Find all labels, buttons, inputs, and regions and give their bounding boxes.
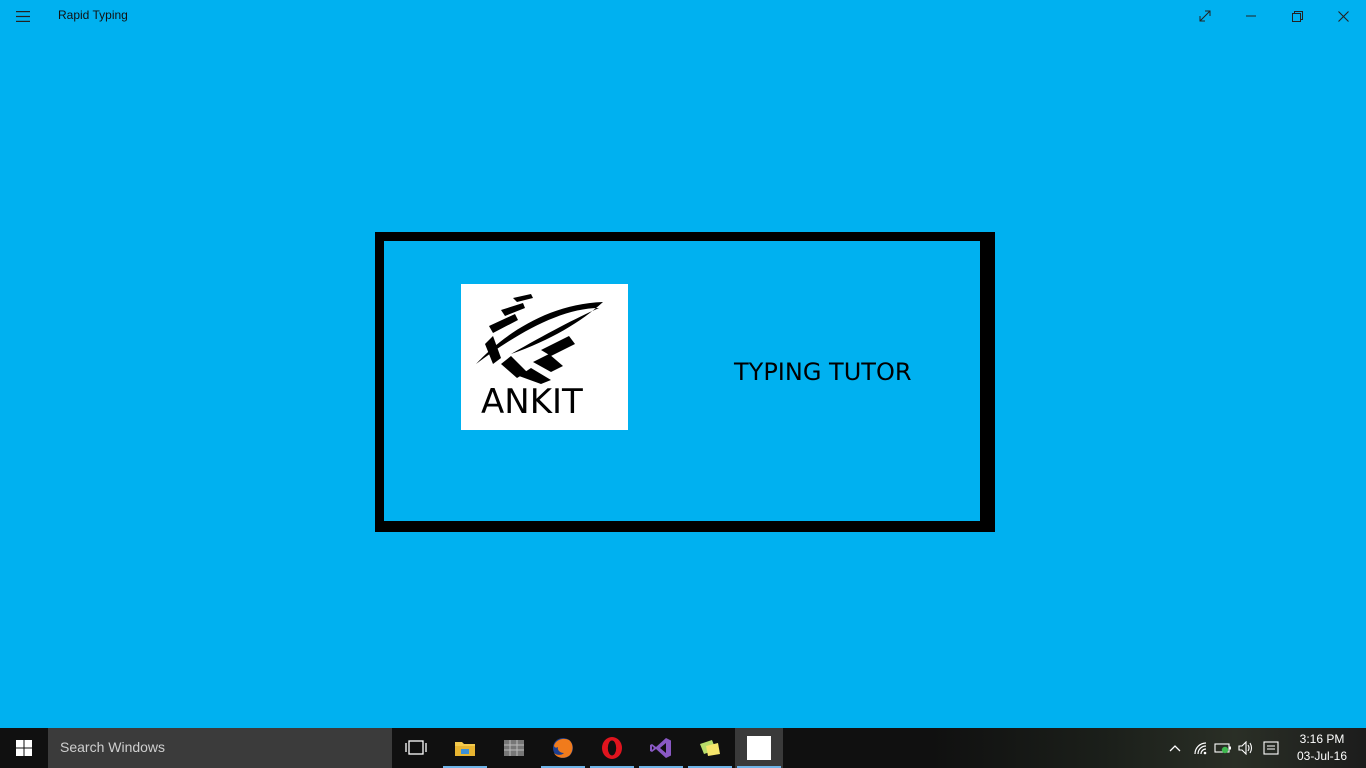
- clock[interactable]: 3:16 PM 03-Jul-16: [1290, 731, 1354, 765]
- task-view-icon[interactable]: [392, 728, 440, 768]
- search-box[interactable]: Search Windows: [48, 728, 392, 768]
- frame-shadow-right: [980, 232, 995, 532]
- wifi-icon[interactable]: [1190, 728, 1212, 768]
- app-grid-icon[interactable]: [490, 728, 538, 768]
- opera-icon[interactable]: [588, 728, 636, 768]
- search-placeholder: Search Windows: [60, 739, 166, 755]
- restore-icon[interactable]: [1274, 0, 1320, 32]
- battery-icon[interactable]: [1212, 728, 1234, 768]
- volume-icon[interactable]: [1235, 728, 1257, 768]
- rapid-typing-app-icon[interactable]: [735, 728, 783, 768]
- clock-time: 3:16 PM: [1299, 732, 1345, 746]
- title-bar: Rapid Typing: [0, 0, 1366, 32]
- taskbar: Search Windows 3:16 PM 03-Jul-16: [0, 728, 1366, 768]
- hamburger-menu-icon[interactable]: [8, 4, 38, 28]
- sticky-notes-icon[interactable]: [686, 728, 734, 768]
- file-explorer-icon[interactable]: [441, 728, 489, 768]
- ankit-logo: ANKIT: [461, 284, 628, 430]
- tagline: TYPING TUTOR: [734, 358, 912, 386]
- firefox-icon[interactable]: [539, 728, 587, 768]
- clock-date: 03-Jul-16: [1296, 749, 1348, 763]
- visual-studio-icon[interactable]: [637, 728, 685, 768]
- chevron-up-icon[interactable]: [1164, 728, 1186, 768]
- window-title: Rapid Typing: [58, 8, 128, 22]
- minimize-icon[interactable]: [1228, 0, 1274, 32]
- fullscreen-icon[interactable]: [1182, 0, 1228, 32]
- start-button[interactable]: [0, 728, 48, 768]
- close-icon[interactable]: [1320, 0, 1366, 32]
- windows-logo-icon: [16, 740, 32, 756]
- swoosh-logo-icon: [476, 294, 603, 384]
- logo-text: ANKIT: [481, 382, 583, 422]
- frame-shadow-bottom: [375, 521, 995, 532]
- notifications-icon[interactable]: [1260, 728, 1282, 768]
